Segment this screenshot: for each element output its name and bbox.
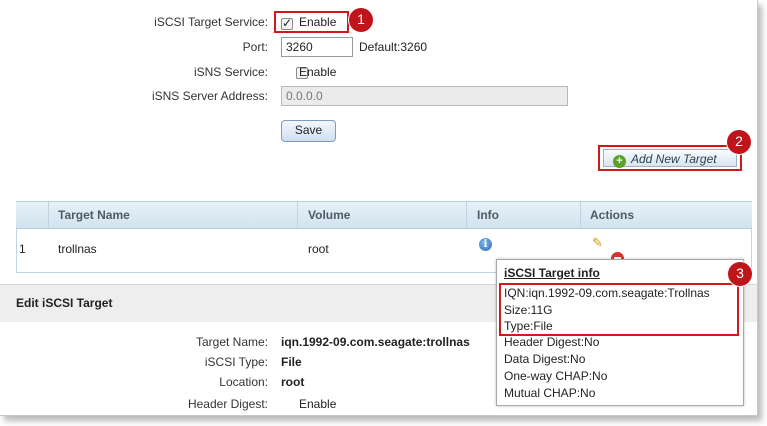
header-volume[interactable]: Volume <box>308 201 350 229</box>
edit-location-value: root <box>281 375 305 389</box>
edit-type-label: iSCSI Type: <box>204 355 268 369</box>
target-service-enable-label: Enable <box>299 15 337 29</box>
edit-header-digest-label: Header Digest: <box>187 397 268 411</box>
callout-3: 3 <box>728 262 752 286</box>
target-service-checkbox[interactable] <box>281 16 293 30</box>
popup-header-digest: Header Digest:No <box>504 335 600 349</box>
isns-enable-label: Enable <box>299 65 337 79</box>
edit-section-title: Edit iSCSI Target <box>16 296 113 310</box>
popup-oneway-chap: One-way CHAP:No <box>504 369 608 383</box>
header-target-name[interactable]: Target Name <box>58 201 130 229</box>
info-icon[interactable]: i <box>479 238 492 251</box>
header-actions: Actions <box>590 208 635 222</box>
row-volume: root <box>308 242 329 256</box>
save-button[interactable]: Save <box>281 120 336 142</box>
port-label: Port: <box>242 40 268 54</box>
header-digest-enable-label: Enable <box>299 397 337 411</box>
popup-iqn: IQN:iqn.1992-09.com.seagate:Trollnas <box>504 286 710 300</box>
edit-target-name-label: Target Name: <box>195 335 268 349</box>
add-new-target-button[interactable]: + Add New Target <box>603 149 737 168</box>
isns-server-input[interactable] <box>281 86 568 106</box>
edit-type-value: File <box>281 355 302 369</box>
popup-title: iSCSI Target info <box>504 266 600 280</box>
edit-location-label: Location: <box>219 375 268 389</box>
popup-mutual-chap: Mutual CHAP:No <box>504 386 596 400</box>
isns-service-label: iSNS Service: <box>193 65 268 79</box>
port-input[interactable] <box>281 37 353 57</box>
row-target-name: trollnas <box>58 242 97 256</box>
popup-type: Type:File <box>504 319 553 333</box>
col-separator <box>297 202 298 228</box>
add-new-target-label: Add New Target <box>631 152 717 166</box>
screenshot-frame: iSCSI Target Service: Enable 1 Port: Def… <box>0 0 758 416</box>
row-index: 1 <box>19 242 26 256</box>
callout-1: 1 <box>349 8 373 32</box>
callout-2: 2 <box>727 130 751 154</box>
header-info: Info <box>477 208 499 222</box>
edit-target-name-value: iqn.1992-09.com.seagate:trollnas <box>281 335 470 349</box>
popup-size: Size:11G <box>504 303 553 317</box>
edit-icon[interactable]: ✎ <box>592 235 603 251</box>
isns-server-label: iSNS Server Address: <box>151 89 268 103</box>
add-icon: + <box>613 155 626 168</box>
col-separator <box>466 202 467 228</box>
target-service-label: iSCSI Target Service: <box>154 15 268 29</box>
col-separator <box>48 202 49 228</box>
port-default-text: Default:3260 <box>359 40 428 54</box>
col-separator <box>580 202 581 228</box>
popup-data-digest: Data Digest:No <box>504 352 586 366</box>
